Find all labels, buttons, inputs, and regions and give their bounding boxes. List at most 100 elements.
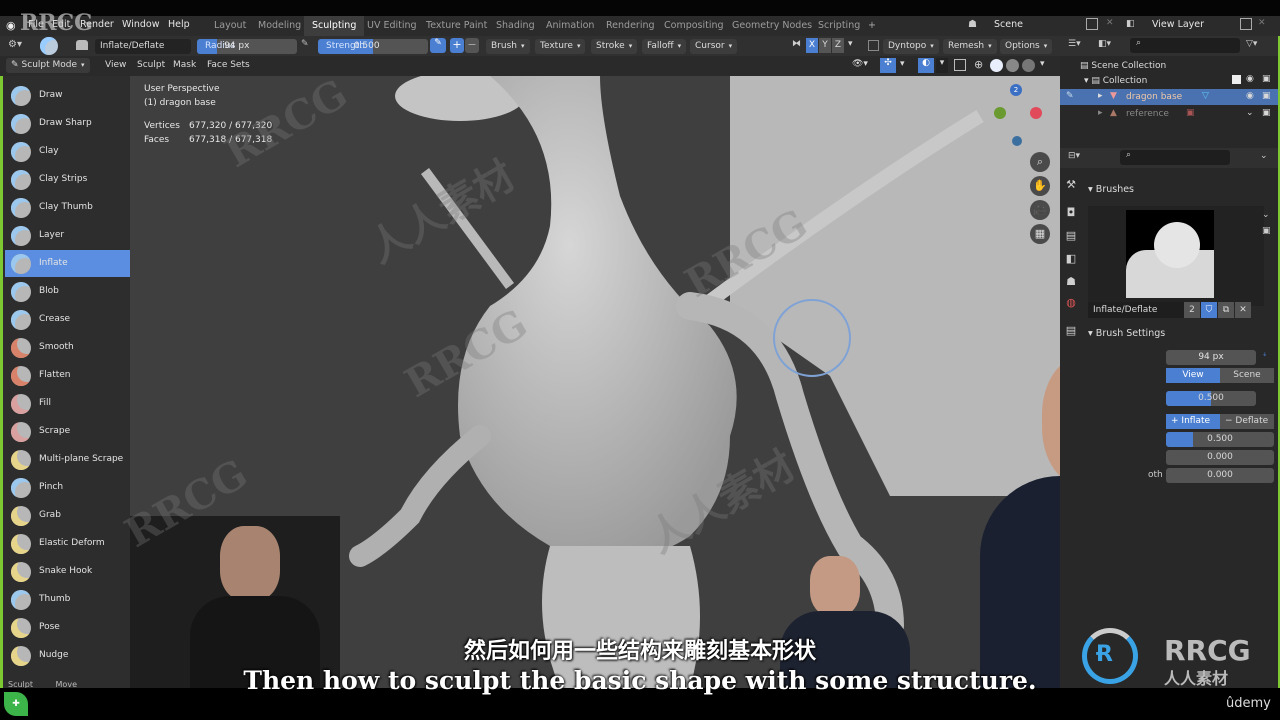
brush-icon-toggle[interactable]: ▣ — [1262, 226, 1271, 236]
shading-dropdown-icon[interactable]: ▾ — [1040, 59, 1045, 69]
menu-edit[interactable]: Edit — [52, 19, 70, 30]
overlay-dropdown-icon[interactable]: ▾ — [936, 58, 948, 73]
blender-logo-icon[interactable]: ◉ — [6, 19, 16, 32]
tool-grab[interactable]: Grab — [5, 502, 130, 529]
tab-uv-editing[interactable]: UV Editing — [361, 20, 423, 31]
output-tab-icon[interactable]: ▤ — [1062, 229, 1080, 245]
tool-elastic-deform[interactable]: Elastic Deform — [5, 530, 130, 557]
menu-file[interactable]: File — [28, 19, 44, 30]
symmetry-dropdown-icon[interactable]: ▾ — [848, 39, 853, 49]
tool-clay-thumb[interactable]: Clay Thumb — [5, 194, 130, 221]
tool-crease[interactable]: Crease — [5, 306, 130, 333]
symmetry-z-toggle[interactable]: Z — [832, 38, 844, 53]
direction-subtract-button[interactable]: − — [465, 38, 479, 53]
strength-pressure-icon[interactable]: ✎ — [430, 38, 446, 53]
direction-inflate[interactable]: + Inflate — [1166, 414, 1220, 429]
outliner-item-dragon-base[interactable]: ✎ ▸ ▼ dragon base ▽ ◉ ▣ — [1060, 89, 1280, 105]
falloff-menu[interactable]: Falloff ▾ — [642, 39, 687, 54]
menu-window[interactable]: Window — [122, 19, 159, 30]
new-scene-icon[interactable] — [1086, 18, 1098, 30]
tab-modeling[interactable]: Modeling — [252, 20, 307, 31]
world-tab-icon[interactable]: ◍ — [1062, 296, 1080, 312]
fake-user-icon[interactable]: ⛉ — [1201, 302, 1217, 318]
gizmo-y-axis[interactable] — [994, 107, 1006, 119]
tab-geometry-nodes[interactable]: Geometry Nodes — [726, 20, 818, 31]
tool-smooth[interactable]: Smooth — [5, 334, 130, 361]
dyntopo-menu[interactable]: Dyntopo ▾ — [883, 39, 939, 54]
tab-texture-paint[interactable]: Texture Paint — [420, 20, 493, 31]
unlink-brush-icon[interactable]: ✕ — [1235, 302, 1251, 318]
pan-view-icon[interactable]: ✋ — [1030, 176, 1050, 196]
symmetry-x-toggle[interactable]: X — [806, 38, 818, 53]
options-menu[interactable]: Options ▾ — [1000, 39, 1053, 54]
brush-settings-panel-header[interactable]: ▾ Brush Settings — [1088, 328, 1165, 339]
filter-view-icon[interactable]: ◧▾ — [1098, 39, 1111, 49]
brushes-panel-header[interactable]: ▾ Brushes — [1088, 184, 1134, 195]
collection-checkbox[interactable] — [1232, 75, 1241, 84]
reference-visibility-icon[interactable]: ⌄ — [1246, 108, 1254, 118]
collection-tab-icon[interactable]: ▤ — [1062, 324, 1080, 340]
view-menu[interactable]: View — [100, 58, 131, 73]
dragon-render-icon[interactable]: ▣ — [1262, 91, 1271, 101]
scene-icon[interactable]: ☗ — [968, 19, 977, 30]
tab-rendering[interactable]: Rendering — [600, 20, 661, 31]
tool-draw-sharp[interactable]: Draw Sharp — [5, 110, 130, 137]
collection-render-icon[interactable]: ▣ — [1262, 74, 1271, 84]
view-layer-icon[interactable]: ◧ — [1126, 19, 1135, 29]
display-mode-icon[interactable]: ☰▾ — [1068, 39, 1081, 49]
mask-menu[interactable]: Mask — [168, 58, 201, 73]
zoom-view-icon[interactable]: ⌕ — [1030, 152, 1050, 172]
outliner-search-input[interactable]: ⌕ — [1130, 38, 1240, 53]
brush-users-count[interactable]: 2 — [1184, 302, 1200, 318]
delete-scene-icon[interactable]: ✕ — [1106, 18, 1114, 28]
ortho-toggle-icon[interactable]: ▦ — [1030, 224, 1050, 244]
gizmo-neg-z-axis[interactable] — [1012, 136, 1022, 146]
properties-options-icon[interactable]: ⌄ — [1260, 151, 1268, 161]
collection-visibility-icon[interactable]: ◉ — [1246, 74, 1254, 84]
app-plus-icon[interactable]: ✚ — [4, 692, 28, 716]
material-shading-icon[interactable] — [1006, 59, 1019, 72]
radius-unit-scene[interactable]: Scene — [1220, 368, 1274, 383]
hardness-field[interactable]: 0.500 — [1166, 432, 1274, 447]
brush-list-dropdown-icon[interactable]: ⌄ — [1262, 210, 1270, 220]
tool-tab-icon[interactable]: ⚒ — [1062, 178, 1080, 194]
gizmo-z-axis[interactable]: 2 — [1010, 84, 1022, 96]
properties-search-input[interactable]: ⌕ — [1120, 150, 1230, 165]
dragon-visibility-icon[interactable]: ◉ — [1246, 91, 1254, 101]
delete-view-layer-icon[interactable]: ✕ — [1258, 18, 1266, 28]
camera-view-icon[interactable]: 🎥 — [1030, 200, 1050, 220]
strength-field[interactable]: Strength 0.500 — [318, 39, 428, 54]
tool-clay[interactable]: Clay — [5, 138, 130, 165]
tab-scripting[interactable]: Scripting — [812, 20, 866, 31]
tab-shading[interactable]: Shading — [490, 20, 541, 31]
tab-layout[interactable]: Layout — [208, 20, 252, 31]
rendered-shading-icon[interactable] — [1022, 59, 1035, 72]
tool-fill[interactable]: Fill — [5, 390, 130, 417]
direction-deflate[interactable]: − Deflate — [1220, 414, 1274, 429]
tool-snake-hook[interactable]: Snake Hook — [5, 558, 130, 585]
wireframe-shading-icon[interactable]: ⊕ — [974, 58, 983, 71]
tool-draw[interactable]: Draw — [5, 82, 130, 109]
texture-menu[interactable]: Texture ▾ — [535, 39, 586, 54]
visibility-icon[interactable]: 👁▾ — [852, 59, 868, 69]
reference-render-icon[interactable]: ▣ — [1262, 108, 1271, 118]
radius-unit-icon[interactable]: ⍖ — [1262, 350, 1267, 360]
gizmo-dropdown-icon[interactable]: ▾ — [900, 59, 905, 69]
brush-preview-icon[interactable] — [40, 37, 58, 55]
outliner-scene-collection[interactable]: ▤ Scene Collection — [1080, 61, 1166, 71]
brush-strength-field[interactable]: 0.500 — [1166, 391, 1256, 406]
add-workspace-button[interactable]: + — [862, 20, 882, 31]
dyntopo-checkbox[interactable] — [868, 40, 879, 51]
menu-help[interactable]: Help — [168, 19, 190, 30]
brush-radius-field[interactable]: 94 px — [1166, 350, 1256, 365]
autosmooth-field[interactable]: 0.000 — [1166, 450, 1274, 465]
tool-settings-icon[interactable]: ⚙▾ — [8, 39, 22, 50]
tool-flatten[interactable]: Flatten — [5, 362, 130, 389]
tool-scrape[interactable]: Scrape — [5, 418, 130, 445]
mode-selector[interactable]: ✎ Sculpt Mode ▾ — [6, 58, 90, 73]
scene-tab-icon[interactable]: ☗ — [1062, 275, 1080, 291]
editor-type-icon[interactable]: ⊟▾ — [1068, 151, 1080, 161]
new-view-layer-icon[interactable] — [1240, 18, 1252, 30]
tool-multi-plane-scrape[interactable]: Multi-plane Scrape — [5, 446, 130, 473]
radius-unit-view[interactable]: View — [1166, 368, 1220, 383]
